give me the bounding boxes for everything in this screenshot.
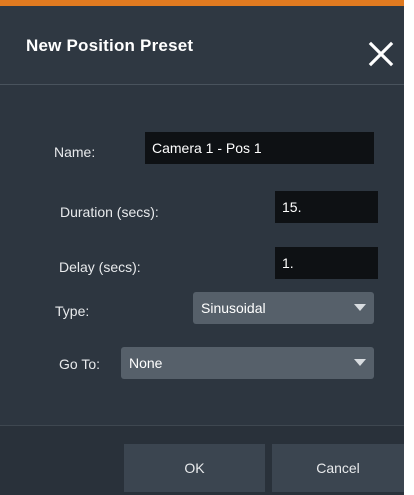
ok-button[interactable]: OK (124, 444, 265, 492)
close-icon (368, 41, 394, 67)
name-field[interactable] (145, 132, 374, 164)
form-content: Name: Duration (secs): Delay (secs): Typ… (0, 85, 404, 425)
name-label: Name: (54, 144, 96, 160)
type-select-value: Sinusoidal (201, 300, 266, 316)
delay-label: Delay (secs): (59, 259, 141, 275)
type-label: Type: (55, 303, 90, 319)
close-button[interactable] (366, 39, 396, 69)
duration-field[interactable] (275, 191, 378, 223)
goto-select-value: None (129, 355, 163, 371)
type-select[interactable]: Sinusoidal (193, 292, 374, 324)
delay-field[interactable] (275, 247, 378, 279)
new-position-preset-dialog: New Position Preset Name: Duration (secs… (0, 0, 404, 495)
dialog-footer: OK Cancel (0, 425, 404, 495)
title-bar: New Position Preset (0, 6, 404, 85)
duration-label: Duration (secs): (60, 204, 159, 220)
goto-label: Go To: (59, 356, 100, 372)
chevron-down-icon (354, 304, 366, 311)
goto-select[interactable]: None (121, 347, 374, 379)
chevron-down-icon (354, 359, 366, 366)
dialog-title: New Position Preset (26, 36, 194, 55)
cancel-button[interactable]: Cancel (272, 444, 404, 492)
